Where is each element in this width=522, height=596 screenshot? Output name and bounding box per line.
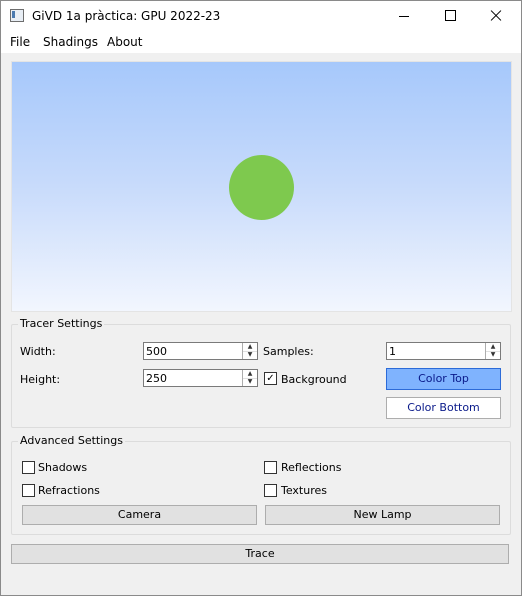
- advanced-settings-group: Advanced Settings Shadows Reflections Re…: [11, 434, 511, 535]
- camera-button[interactable]: Camera: [22, 505, 257, 525]
- rendered-sphere: [229, 155, 294, 220]
- textures-checkbox[interactable]: [264, 484, 277, 497]
- spin-down-icon[interactable]: ▼: [243, 351, 257, 359]
- width-value: 500: [146, 345, 167, 358]
- shadows-label: Shadows: [38, 461, 88, 474]
- width-spinbox[interactable]: 500 ▲ ▼: [143, 342, 258, 360]
- new-lamp-button[interactable]: New Lamp: [265, 505, 500, 525]
- width-spin-arrows[interactable]: ▲ ▼: [242, 343, 257, 359]
- color-bottom-button[interactable]: Color Bottom: [386, 397, 501, 419]
- height-label: Height:: [20, 373, 61, 386]
- color-top-button[interactable]: Color Top: [386, 368, 501, 390]
- background-checkbox[interactable]: ✓: [264, 372, 277, 385]
- advanced-settings-title: Advanced Settings: [18, 434, 125, 447]
- main-window: GiVD 1a pràctica: GPU 2022-23 File Shadi…: [0, 0, 522, 596]
- reflections-label: Reflections: [281, 461, 342, 474]
- samples-label: Samples:: [263, 345, 314, 358]
- trace-button[interactable]: Trace: [11, 544, 509, 564]
- height-value: 250: [146, 372, 167, 385]
- tracer-settings-group: Tracer Settings Width: 500 ▲ ▼ Samples: …: [11, 317, 511, 428]
- menu-file[interactable]: File: [10, 35, 30, 49]
- samples-spin-arrows[interactable]: ▲ ▼: [485, 343, 500, 359]
- app-icon: [10, 9, 24, 22]
- menu-about[interactable]: About: [107, 35, 142, 49]
- menu-bar: File Shadings About: [1, 31, 521, 53]
- window-title: GiVD 1a pràctica: GPU 2022-23: [32, 9, 221, 23]
- close-icon[interactable]: [473, 1, 519, 31]
- minimize-icon[interactable]: [381, 1, 427, 31]
- title-bar[interactable]: GiVD 1a pràctica: GPU 2022-23: [1, 1, 521, 31]
- height-spinbox[interactable]: 250 ▲ ▼: [143, 369, 258, 387]
- render-viewport[interactable]: [11, 61, 512, 312]
- reflections-checkbox[interactable]: [264, 461, 277, 474]
- samples-spinbox[interactable]: 1 ▲ ▼: [386, 342, 501, 360]
- refractions-checkbox[interactable]: [22, 484, 35, 497]
- shadows-checkbox[interactable]: [22, 461, 35, 474]
- spin-down-icon[interactable]: ▼: [243, 378, 257, 386]
- refractions-label: Refractions: [38, 484, 100, 497]
- tracer-settings-title: Tracer Settings: [18, 317, 105, 330]
- height-spin-arrows[interactable]: ▲ ▼: [242, 370, 257, 386]
- width-label: Width:: [20, 345, 56, 358]
- spin-down-icon[interactable]: ▼: [486, 351, 500, 359]
- samples-value: 1: [389, 345, 396, 358]
- textures-label: Textures: [281, 484, 327, 497]
- menu-shadings[interactable]: Shadings: [43, 35, 98, 49]
- maximize-icon[interactable]: [427, 1, 473, 31]
- background-label: Background: [281, 373, 347, 386]
